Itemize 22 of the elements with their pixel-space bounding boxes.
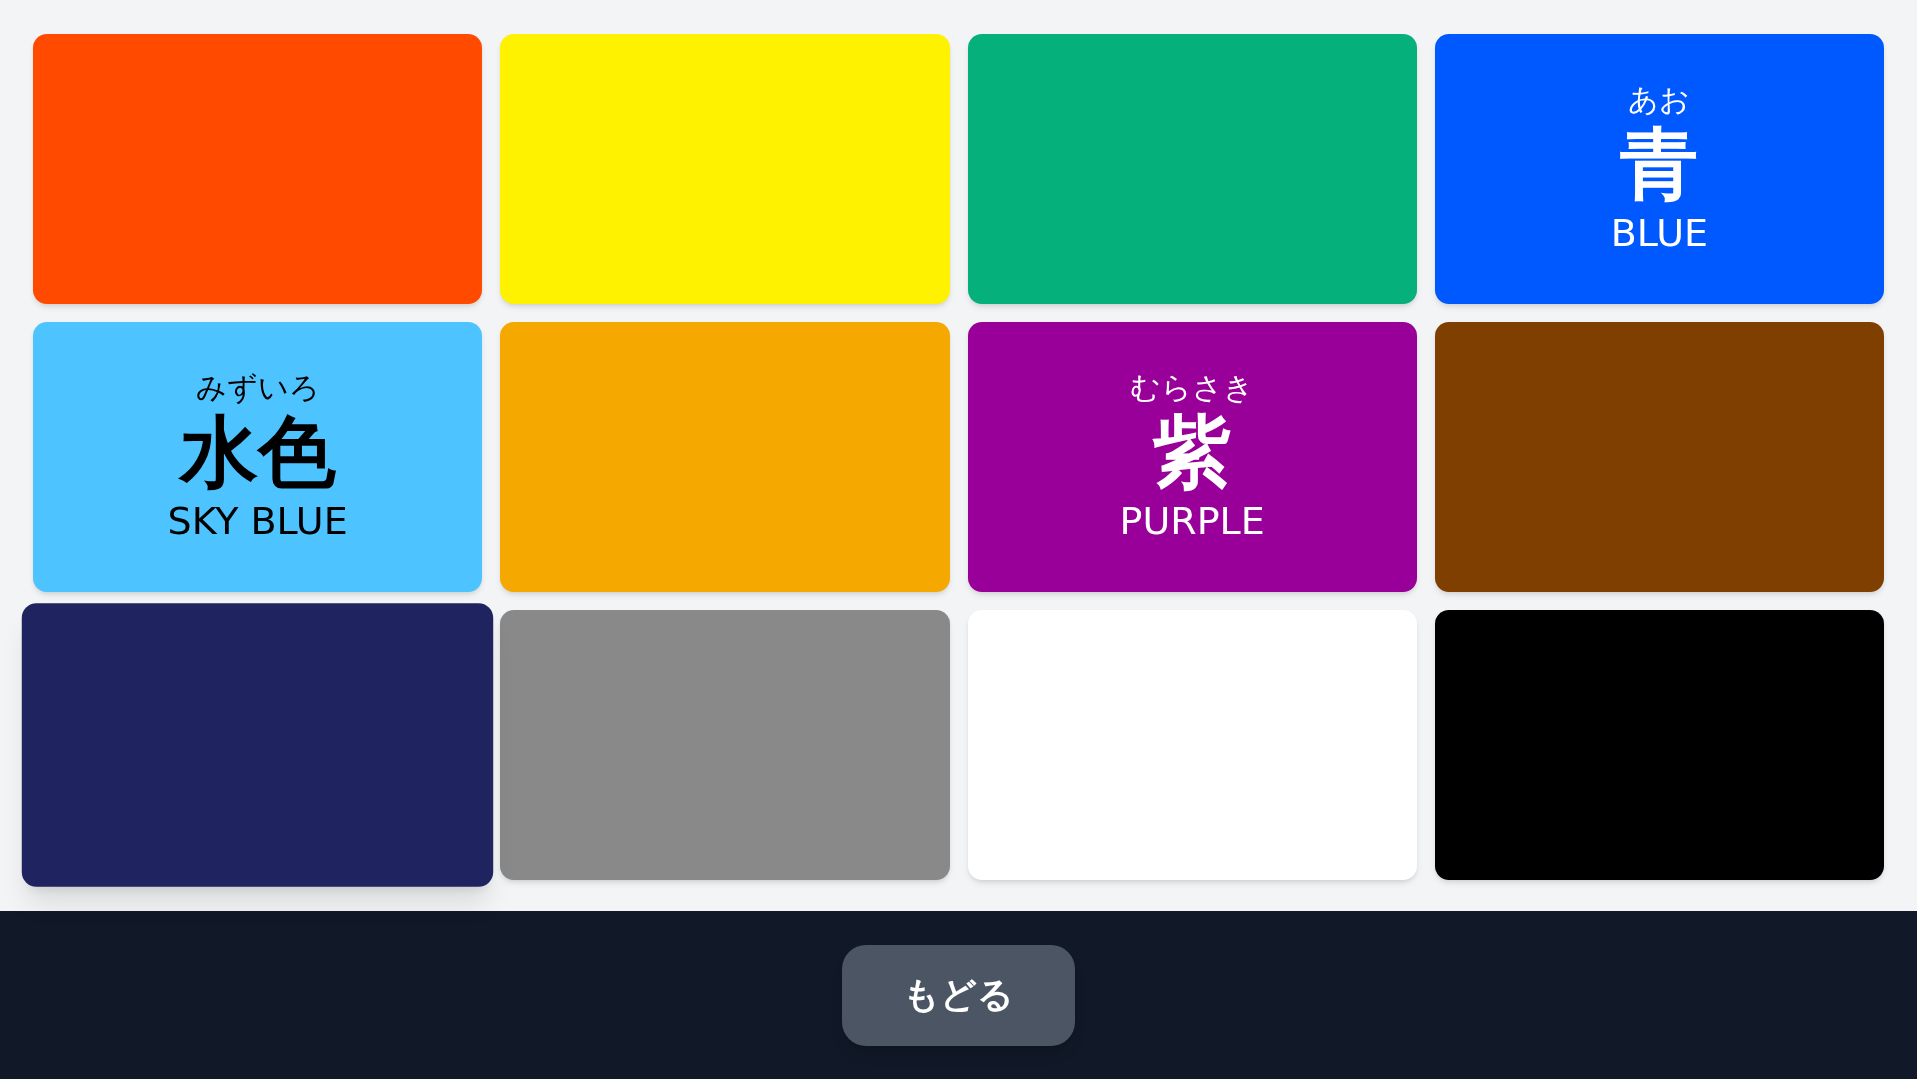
kanji-text: 紫 [1153,406,1232,498]
color-card[interactable] [21,603,494,887]
color-card[interactable] [967,610,1417,880]
reading-text: むらさき [1130,370,1255,406]
color-card[interactable]: あお 青 BLUE [1434,34,1884,304]
english-text: BLUE [1610,210,1708,256]
color-card[interactable] [33,34,483,304]
english-text: SKY BLUE [167,498,348,544]
color-card[interactable] [967,34,1417,304]
color-card[interactable]: むらさき 紫 PURPLE [967,322,1417,592]
kanji-text: 水色 [179,406,336,498]
english-text: PURPLE [1119,498,1265,544]
color-card[interactable] [500,34,950,304]
color-card[interactable] [500,322,950,592]
kanji-text: 青 [1620,118,1699,210]
reading-text: みずいろ [195,370,320,406]
color-card[interactable] [1434,322,1884,592]
reading-text: あお [1628,82,1691,118]
color-card[interactable]: みずいろ 水色 SKY BLUE [33,322,483,592]
color-card[interactable] [1434,610,1884,880]
back-button[interactable]: もどる [842,944,1075,1046]
color-card[interactable] [500,610,950,880]
